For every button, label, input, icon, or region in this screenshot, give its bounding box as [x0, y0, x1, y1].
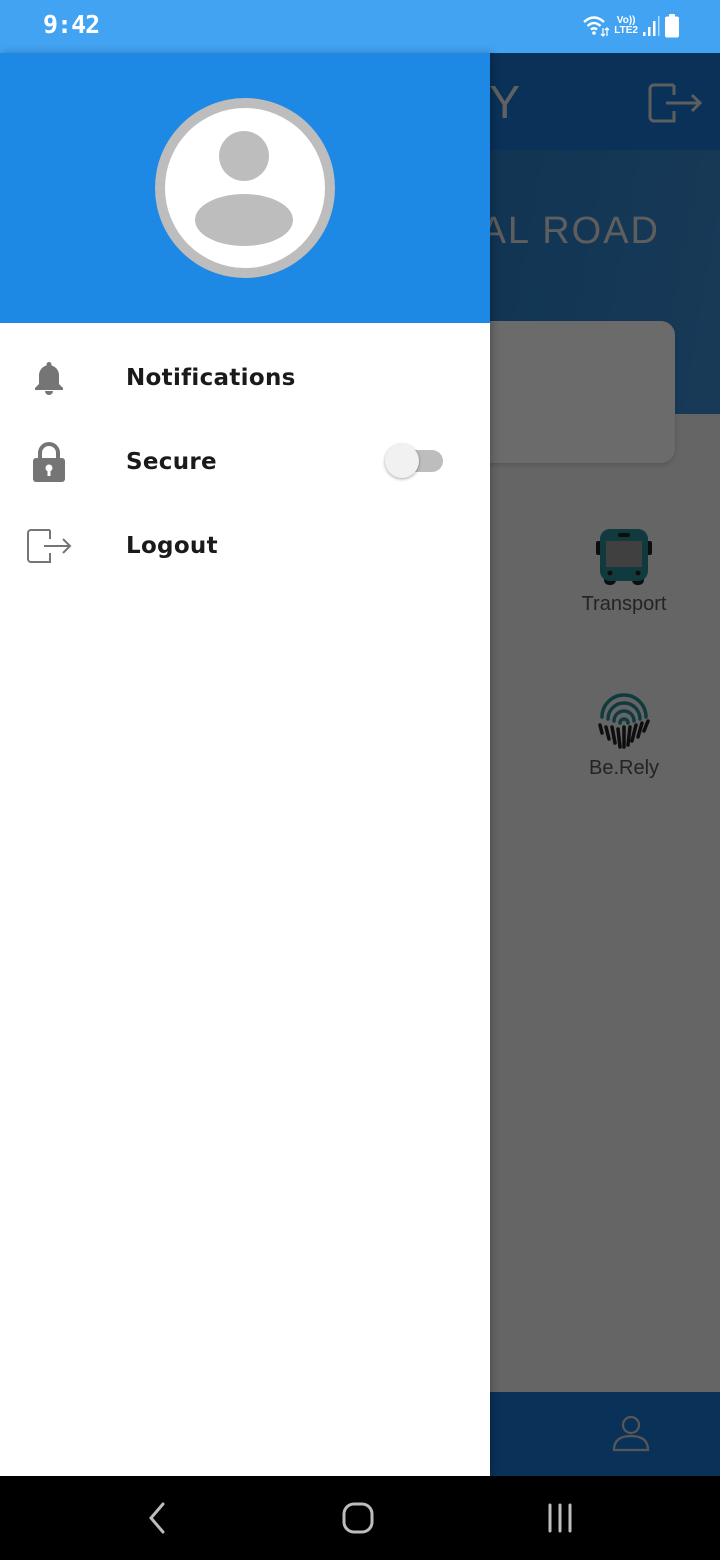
- menu-label-secure: Secure: [126, 449, 217, 475]
- menu-item-secure[interactable]: Secure: [0, 420, 490, 504]
- back-button[interactable]: [135, 1498, 179, 1538]
- network-type: Vo)) LTE2: [614, 16, 638, 36]
- avatar[interactable]: [155, 98, 335, 278]
- menu-item-logout[interactable]: Logout: [0, 504, 490, 588]
- wifi-icon: [583, 16, 610, 37]
- avatar-head: [219, 131, 269, 181]
- home-button[interactable]: [336, 1498, 380, 1538]
- navigation-drawer: Notifications Secure Logout: [0, 53, 490, 1476]
- recents-icon: [548, 1503, 572, 1533]
- bell-icon: [26, 355, 72, 401]
- menu-label-notifications: Notifications: [126, 365, 296, 391]
- logout-icon: [26, 523, 72, 569]
- drawer-menu: Notifications Secure Logout: [0, 323, 490, 588]
- recents-button[interactable]: [538, 1498, 582, 1538]
- lte-label: LTE2: [614, 25, 638, 36]
- status-bar: 9:42 Vo)) LTE2: [0, 0, 720, 53]
- avatar-icon: [165, 108, 325, 268]
- status-time: 9:42: [43, 10, 100, 39]
- avatar-body: [195, 194, 293, 246]
- secure-toggle[interactable]: [385, 444, 443, 478]
- drawer-header: [0, 53, 490, 323]
- menu-label-logout: Logout: [126, 533, 218, 559]
- signal-icon: [643, 16, 660, 36]
- home-icon: [342, 1502, 374, 1534]
- status-icons: Vo)) LTE2: [582, 12, 680, 40]
- toggle-thumb: [385, 444, 419, 478]
- menu-item-notifications[interactable]: Notifications: [0, 336, 490, 420]
- system-nav-bar: [0, 1476, 720, 1560]
- lock-icon: [26, 439, 72, 485]
- back-icon: [149, 1502, 165, 1534]
- battery-icon: [665, 14, 679, 38]
